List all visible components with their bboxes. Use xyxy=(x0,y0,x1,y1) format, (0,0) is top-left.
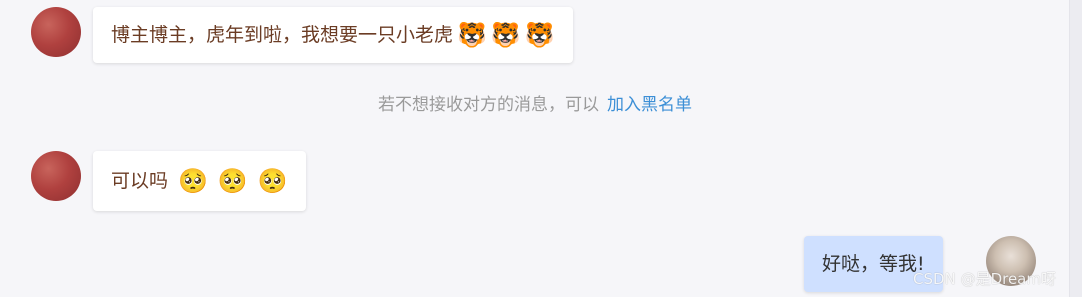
system-notice: 若不想接收对方的消息，可以 加入黑名单 xyxy=(0,90,1070,115)
notice-text: 若不想接收对方的消息，可以 xyxy=(378,95,599,115)
pleading-face-emoji-icon: 🥺 xyxy=(217,167,248,195)
message-text: 博主博主，虎年到啦，我想要一只小老虎 xyxy=(111,24,454,46)
add-to-blacklist-link[interactable]: 加入黑名单 xyxy=(607,95,692,115)
chat-window: 博主博主，虎年到啦，我想要一只小老虎 🐯 🐯 🐯 若不想接收对方的消息，可以 加入… xyxy=(0,0,1070,297)
pleading-face-emoji-icon: 🥺 xyxy=(178,167,208,195)
pleading-face-emoji-icon: 🥺 xyxy=(257,167,288,195)
message-text: 可以吗 xyxy=(111,170,169,192)
message-bubble: 可以吗 🥺 🥺 🥺 xyxy=(93,151,306,211)
scrollbar[interactable] xyxy=(1069,0,1082,297)
tiger-emoji-icon: 🐯 xyxy=(524,21,555,49)
tiger-emoji-icon: 🐯 xyxy=(490,21,521,49)
message-text: 好哒，等我! xyxy=(822,253,925,275)
contact-avatar[interactable] xyxy=(31,151,81,201)
tiger-emoji-icon: 🐯 xyxy=(457,21,487,49)
contact-avatar[interactable] xyxy=(31,7,81,57)
message-bubble: 博主博主，虎年到啦，我想要一只小老虎 🐯 🐯 🐯 xyxy=(93,7,573,63)
watermark: CSDN @是Dream呀 xyxy=(913,270,1056,288)
